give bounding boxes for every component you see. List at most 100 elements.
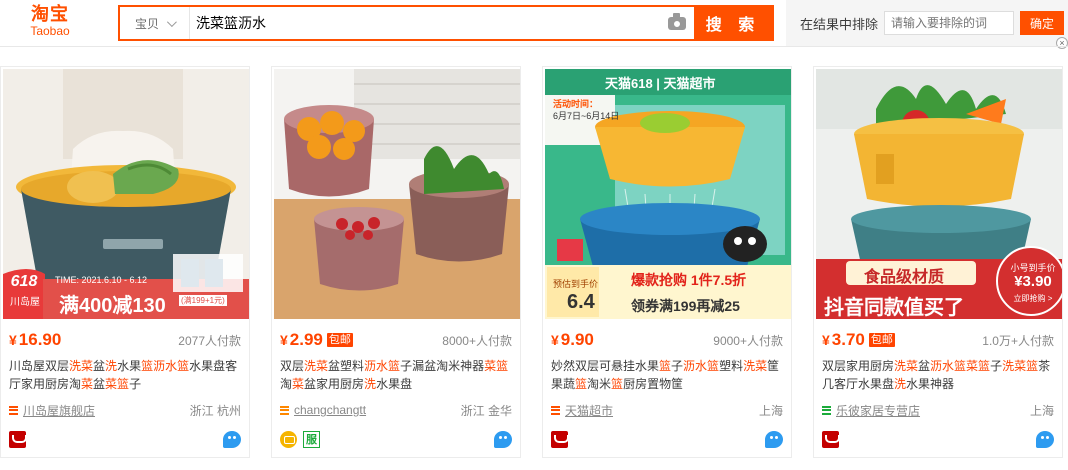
paid-count: 2077人付款 bbox=[178, 333, 241, 348]
title-keyword-highlight: 沥水篮 bbox=[683, 359, 720, 373]
pre-price: 6.4 bbox=[567, 291, 595, 313]
product-grid: 618 川岛屋 TIME: 2021.6.10 - 6.12 满400减130 … bbox=[0, 66, 1068, 470]
title-text: 子 bbox=[671, 359, 684, 373]
product-card[interactable]: 食品级材质 抖音同款值买了 小号到手价 ¥3.90 立即抢购 > ¥3.70 包… bbox=[813, 66, 1063, 458]
shop-row: 乐彼家居专营店 上海 bbox=[822, 401, 1054, 419]
close-icon[interactable]: × bbox=[1056, 37, 1068, 49]
promo-text: 满400减130 bbox=[59, 295, 166, 317]
wangwang-chat-icon[interactable] bbox=[494, 430, 512, 448]
location: 浙江 杭州 bbox=[189, 403, 241, 418]
product-image[interactable]: 食品级材质 抖音同款值买了 小号到手价 ¥3.90 立即抢购 > bbox=[816, 69, 1062, 319]
gold-seller-icon[interactable] bbox=[280, 430, 297, 448]
title-keyword-highlight: 篮 bbox=[611, 377, 624, 391]
grade-label: 食品级材质 bbox=[864, 269, 945, 286]
title-keyword-highlight: 洗菜 bbox=[304, 359, 329, 373]
price-row: ¥3.70 包邮 1.0万+人付款 bbox=[822, 329, 1054, 351]
promo-card-1 bbox=[173, 254, 243, 292]
flash-sale: 爆款抢购 1件7.5折 bbox=[631, 272, 747, 288]
tmall-icon[interactable] bbox=[822, 430, 840, 448]
shop-row: 天猫超市 上海 bbox=[551, 401, 783, 419]
service-icon[interactable]: 服 bbox=[303, 430, 320, 448]
search-box: 宝贝 搜 索 bbox=[118, 5, 774, 41]
search-button[interactable]: 搜 索 bbox=[694, 7, 772, 39]
currency-symbol: ¥ bbox=[551, 332, 559, 348]
title-keyword-highlight: 沥水篮菜篮 bbox=[930, 359, 991, 373]
top-search-bar: 淘宝 Taobao 宝贝 搜 索 在结果中排除 确定 × bbox=[0, 0, 1068, 49]
product-image[interactable] bbox=[274, 69, 520, 319]
badge-row bbox=[551, 429, 783, 449]
title-keyword-highlight: 洗 bbox=[364, 377, 377, 391]
title-text: 盆家用厨房 bbox=[304, 377, 365, 391]
taobao-logo[interactable]: 淘宝 Taobao bbox=[20, 4, 80, 42]
event-dates: 6月7日~6月14日 bbox=[553, 111, 620, 121]
title-text: 盆塑料 bbox=[328, 359, 365, 373]
store-banner: 天猫618 | 天猫超市 bbox=[605, 76, 716, 91]
title-text: 盆 bbox=[918, 359, 931, 373]
product-title[interactable]: 双层家用厨房洗菜盆沥水篮菜篮子洗菜篮茶几客厅水果盘洗水果神器 bbox=[822, 357, 1056, 393]
product-image[interactable]: 618 川岛屋 TIME: 2021.6.10 - 6.12 满400减130 … bbox=[3, 69, 249, 319]
title-text: 水果盘 bbox=[376, 377, 413, 391]
title-text: 子 bbox=[129, 377, 142, 391]
wangwang-chat-icon[interactable] bbox=[1036, 430, 1054, 448]
shop-name[interactable]: changchangtt bbox=[294, 403, 366, 417]
product-title[interactable]: 川岛屋双层洗菜盆洗水果篮沥水篮水果盘客厅家用厨房淘菜盆菜篮子 bbox=[9, 357, 243, 393]
wangwang-chat-icon[interactable] bbox=[765, 430, 783, 448]
coupon-text: 领券满199再减25 bbox=[631, 298, 740, 314]
shop-name[interactable]: 乐彼家居专营店 bbox=[836, 402, 920, 419]
title-text: 淘 bbox=[280, 377, 293, 391]
currency-symbol: ¥ bbox=[9, 332, 17, 348]
currency-symbol: ¥ bbox=[280, 332, 288, 348]
image-search-button[interactable] bbox=[660, 7, 694, 39]
price-value: 2.99 bbox=[289, 330, 323, 349]
product-title[interactable]: 妙然双层可悬挂水果篮子沥水篮塑料洗菜筐果蔬篮淘米篮厨房置物筐 bbox=[551, 357, 785, 393]
badge-row bbox=[822, 429, 1054, 449]
wangwang-chat-icon[interactable] bbox=[223, 430, 241, 448]
currency-symbol: ¥ bbox=[822, 332, 830, 348]
title-text: 盆 bbox=[93, 377, 106, 391]
shop-row: 川岛屋旗舰店 浙江 杭州 bbox=[9, 401, 241, 419]
title-text: 川岛屋双层 bbox=[9, 359, 70, 373]
title-text: 双层 bbox=[280, 359, 305, 373]
title-keyword-highlight: 菜 bbox=[81, 377, 94, 391]
product-card[interactable]: 618 川岛屋 TIME: 2021.6.10 - 6.12 满400减130 … bbox=[0, 66, 250, 458]
pre-price-label: 预估到手价 bbox=[553, 279, 599, 289]
promo-time: TIME: 2021.6.10 - 6.12 bbox=[55, 275, 148, 285]
tmall-icon[interactable] bbox=[551, 430, 569, 448]
shop-row: changchangtt 浙江 金华 bbox=[280, 401, 512, 419]
title-text: 淘米 bbox=[587, 377, 612, 391]
title-keyword-highlight: 篮 bbox=[575, 377, 588, 391]
badge-row: 服 bbox=[280, 429, 512, 449]
title-text: 双层家用厨房 bbox=[822, 359, 895, 373]
title-keyword-highlight: 沥水篮 bbox=[364, 359, 401, 373]
shop-icon bbox=[551, 405, 560, 415]
bubble-price: ¥3.90 bbox=[1014, 273, 1052, 290]
bubble-cta: 立即抢购 > bbox=[1013, 294, 1053, 303]
product-image[interactable]: 天猫618 | 天猫超市 活动时间： 6月7日~6月14日 预估到手价 6.4 … bbox=[545, 69, 791, 319]
exclude-panel: 在结果中排除 确定 bbox=[786, 0, 1068, 46]
product-card[interactable]: 天猫618 | 天猫超市 活动时间： 6月7日~6月14日 预估到手价 6.4 … bbox=[542, 66, 792, 458]
location: 上海 bbox=[758, 403, 783, 418]
title-text: 水果神器 bbox=[906, 377, 955, 391]
gift-text: (满199+1元) bbox=[179, 295, 227, 306]
chevron-down-icon bbox=[166, 16, 177, 27]
title-text: 厨房置物筐 bbox=[623, 377, 684, 391]
exclude-confirm-button[interactable]: 确定 bbox=[1020, 11, 1065, 35]
shop-name[interactable]: 天猫超市 bbox=[565, 402, 613, 419]
search-input[interactable] bbox=[190, 7, 660, 39]
price-row: ¥2.99 包邮 8000+人付款 bbox=[280, 329, 512, 351]
badge-row bbox=[9, 429, 241, 449]
shop-name[interactable]: 川岛屋旗舰店 bbox=[23, 402, 95, 419]
title-keyword-highlight: 篮 bbox=[659, 359, 672, 373]
exclude-input[interactable] bbox=[884, 11, 1015, 35]
title-text: 盆 bbox=[93, 359, 106, 373]
title-keyword-highlight: 洗菜 bbox=[743, 359, 768, 373]
title-keyword-highlight: 洗 bbox=[894, 377, 907, 391]
product-card[interactable]: ¥2.99 包邮 8000+人付款 双层洗菜盆塑料沥水篮子漏盆淘米神器菜篮淘菜盆… bbox=[271, 66, 521, 458]
product-title[interactable]: 双层洗菜盆塑料沥水篮子漏盆淘米神器菜篮淘菜盆家用厨房洗水果盘 bbox=[280, 357, 514, 393]
tmall-icon[interactable] bbox=[9, 430, 27, 448]
free-shipping-badge: 包邮 bbox=[326, 333, 353, 347]
search-scope-select[interactable]: 宝贝 bbox=[120, 7, 190, 39]
brand-tag: 川岛屋 bbox=[10, 297, 40, 308]
price-row: ¥16.90 2077人付款 bbox=[9, 329, 241, 351]
paid-count: 9000+人付款 bbox=[713, 333, 783, 348]
